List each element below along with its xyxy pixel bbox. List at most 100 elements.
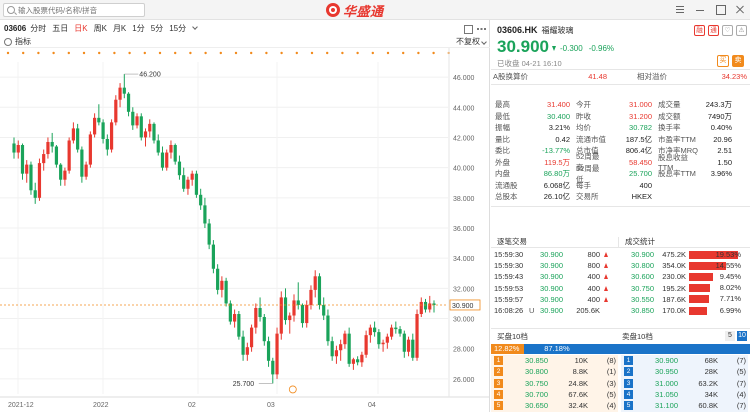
logo-text: 华盛通: [343, 3, 384, 19]
stat-label: 市盈率TTM: [658, 134, 696, 144]
search-input[interactable]: [18, 5, 142, 15]
candle-body: [80, 149, 84, 177]
event-dot: [402, 51, 405, 55]
y-tick-label: 46.000: [453, 75, 475, 82]
minimize-icon[interactable]: [694, 4, 706, 15]
dist-volume: 195.2K: [662, 283, 686, 293]
candle-body: [279, 297, 283, 334]
candle-body: [207, 223, 211, 245]
stat-value: 243.3万: [705, 100, 732, 110]
tab-monthly-k[interactable]: 月K: [113, 23, 126, 34]
candle-body: [20, 145, 25, 174]
stat-label: 流通市值: [576, 134, 606, 144]
candle-body: [271, 360, 275, 375]
candle-body: [300, 304, 305, 324]
tick-qty: 400: [587, 272, 600, 282]
stat-value: 0.40%: [710, 123, 732, 133]
event-dot: [341, 51, 344, 55]
buy-button[interactable]: 买: [717, 55, 729, 67]
gear-icon[interactable]: [4, 37, 12, 46]
tick-direction: [600, 261, 612, 270]
dist-volume: 354.0K: [662, 261, 686, 271]
candle-body: [262, 317, 266, 342]
stats-table: 最高 31.400 今开 31.000 成交量 243.3万 最低 30.400 昨收 31.20…: [495, 99, 747, 203]
tick-row: 15:59:53 30.900 400: [494, 283, 618, 294]
candle-body: [160, 152, 165, 168]
bid-volume: 24.8K: [568, 378, 588, 388]
stat-value: 7490万: [707, 111, 732, 121]
stat-value: 86.80万: [543, 169, 570, 179]
candle-body: [330, 341, 334, 357]
tab-volume-distribution[interactable]: 成交统计: [618, 237, 745, 247]
bid-count: (1): [606, 367, 616, 377]
candle-body: [322, 304, 326, 316]
candle-body: [305, 304, 309, 324]
sell-button[interactable]: 卖: [732, 55, 744, 67]
price-change: -0.300: [560, 44, 583, 53]
y-tick-label: 34.000: [453, 256, 475, 263]
y-tick-label: 32.000: [453, 286, 475, 293]
tab-five-day[interactable]: 五日: [52, 23, 68, 34]
candle-body: [402, 333, 406, 352]
event-dot: [82, 51, 86, 55]
tab-daily-k[interactable]: 日K: [74, 23, 87, 34]
chevron-down-icon[interactable]: [192, 23, 198, 30]
candle-body: [309, 289, 313, 305]
stat-value: 187.5亿: [625, 134, 652, 144]
favorite-icon[interactable]: ♡: [722, 24, 733, 36]
search-box[interactable]: [3, 3, 145, 17]
dist-bar: 6.99%: [689, 306, 741, 315]
margin-badge[interactable]: 融: [694, 24, 705, 36]
candle-body: [237, 314, 241, 337]
dist-bar-fill: [689, 284, 710, 293]
tick-row: 16:08:26 U 30.900 205.6K: [494, 305, 618, 316]
candle-body: [148, 123, 152, 132]
tab-trade-ticks[interactable]: 逐笔交易: [491, 237, 618, 247]
candle-body: [63, 170, 67, 180]
dist-bar: 9.45%: [689, 272, 741, 281]
stats-row: 振幅 3.21% 均价 30.782 换手率 0.40%: [495, 122, 747, 134]
depth-10-button[interactable]: 10: [737, 331, 747, 341]
badge-group: 融 通 ♡ ⚠: [694, 24, 747, 36]
tab-weekly-k[interactable]: 周K: [94, 23, 107, 34]
candle-body: [143, 131, 148, 138]
stat-label: 振幅: [495, 123, 510, 133]
ask-levels: 1 30.900 68K (7) 2 30.950 28K (5) 3 31.000 63.2K (7…: [621, 355, 748, 412]
candle-body: [233, 314, 237, 322]
volume-distribution-list: 30.900 475.2K 19.53% 30.800 354.0K 14.55% 30.6…: [622, 249, 748, 316]
depth-5-button[interactable]: 5: [725, 331, 735, 341]
fullscreen-icon[interactable]: [463, 24, 473, 34]
tick-time: 15:59:30: [494, 261, 524, 271]
event-dot: [52, 51, 55, 55]
tab-intraday[interactable]: 分时: [30, 23, 46, 34]
x-tick-label: 2022: [93, 402, 109, 409]
dist-bar: 8.02%: [689, 283, 741, 293]
volume-dist-row: 30.550 187.6K 7.71%: [622, 294, 748, 305]
tab-15min[interactable]: 15分: [169, 23, 186, 34]
alert-icon[interactable]: ⚠: [736, 24, 747, 36]
candlestick-chart[interactable]: 46.000 44.000 42.000 40.000 38.000 36.000 34.0…: [0, 48, 489, 412]
volume-dist-row: 30.600 230.0K 9.45%: [622, 271, 748, 282]
bid-level: 3: [494, 378, 503, 388]
tab-5min[interactable]: 5分: [151, 23, 163, 34]
volume-dist-row: 30.800 354.0K 14.55%: [622, 260, 748, 271]
adjust-select[interactable]: 不复权: [456, 36, 490, 47]
stat-value: HKEX: [631, 192, 652, 202]
more-icon[interactable]: [477, 24, 486, 33]
volume-dist-row: 30.850 170.0K 6.99%: [622, 305, 748, 316]
connect-badge[interactable]: 通: [708, 24, 719, 36]
tick-price: 30.900: [540, 306, 563, 316]
menu-icon[interactable]: [674, 4, 686, 15]
quote-header: 03606.HK 福耀玻璃 融 通 ♡ ⚠: [497, 23, 747, 37]
y-tick-label: 38.000: [453, 196, 475, 203]
close-icon[interactable]: [734, 4, 746, 15]
tick-price: 30.900: [540, 250, 563, 260]
stock-name: 福耀玻璃: [541, 25, 574, 35]
tick-price: 30.900: [540, 272, 563, 282]
indicator-label[interactable]: 指标: [15, 36, 31, 47]
a-share-value: 41.48: [588, 71, 607, 81]
stats-row: 外盘 119.5万 52周最高 58.450 股息收益TTM 1.50: [495, 152, 747, 172]
price-row: 30.900 -0.300 -0.96%: [497, 37, 620, 57]
maximize-icon[interactable]: [714, 4, 726, 15]
tab-1min[interactable]: 1分: [132, 23, 144, 34]
